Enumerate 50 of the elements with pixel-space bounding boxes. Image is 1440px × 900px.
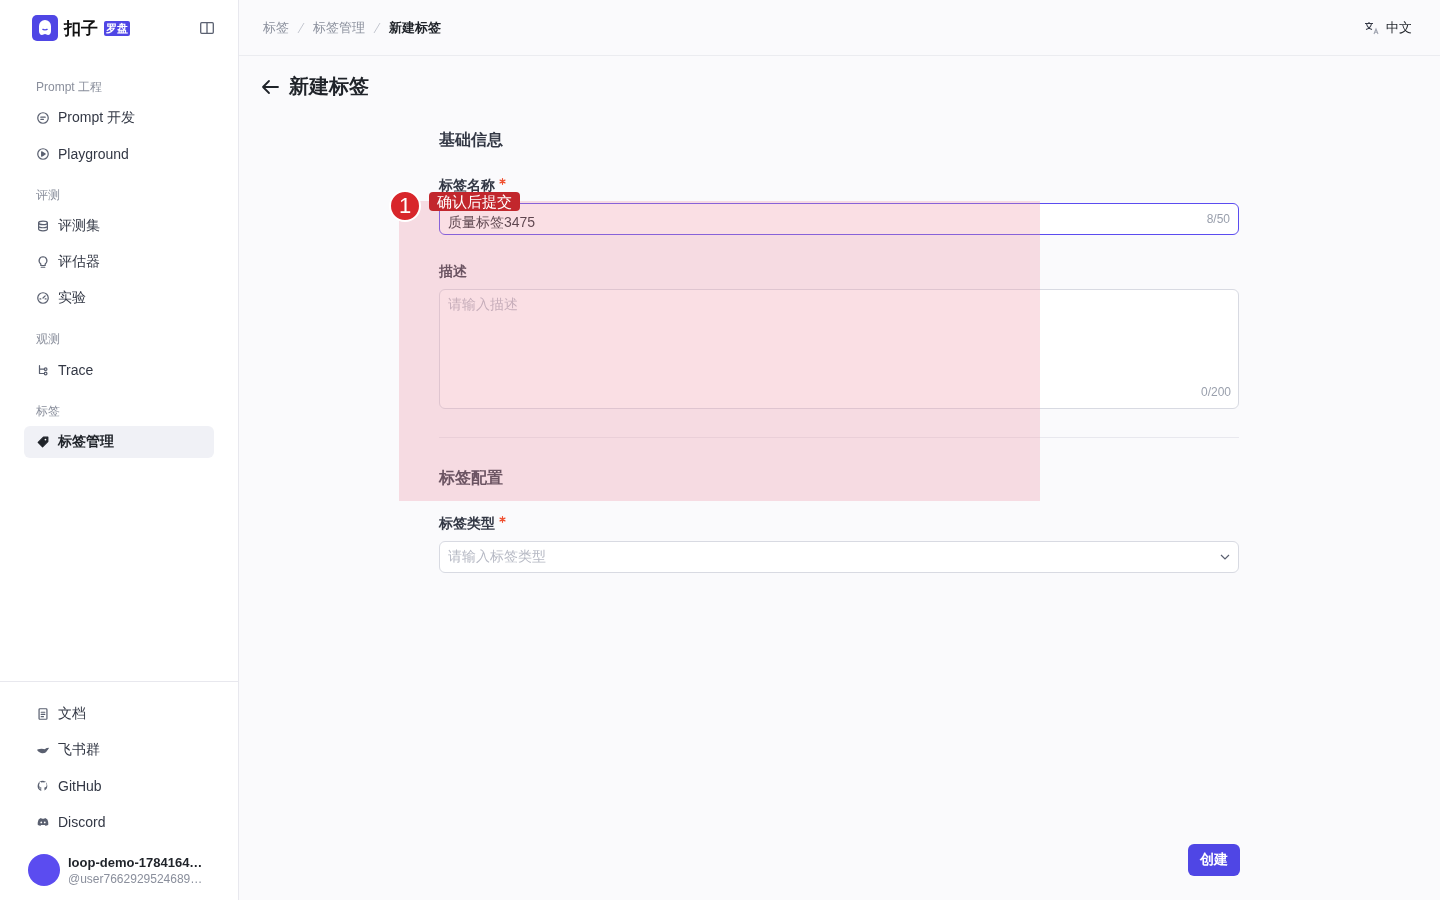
- chat-icon: [36, 111, 50, 125]
- github-icon: [36, 779, 50, 793]
- create-button[interactable]: 创建: [1188, 844, 1240, 876]
- breadcrumb-separator-icon: [297, 21, 305, 34]
- nav-item[interactable]: 评测集: [24, 210, 214, 242]
- lightbulb-icon: [36, 255, 50, 269]
- logo-icon: [32, 15, 58, 41]
- section-title: 标签配置: [439, 468, 504, 488]
- character-counter: 0/200: [1200, 385, 1231, 399]
- nav-group-label: 评测: [35, 187, 61, 204]
- gauge-icon: [36, 291, 50, 305]
- nav-item[interactable]: 标签管理: [24, 426, 214, 458]
- breadcrumb-link[interactable]: 新建标签: [389, 18, 441, 37]
- nav-item[interactable]: Trace: [24, 354, 214, 386]
- nav-item[interactable]: 飞书群: [24, 734, 214, 766]
- nav-group-label: 标签: [35, 403, 61, 420]
- nav-item[interactable]: 文档: [24, 698, 214, 730]
- annotation-number: 1: [389, 190, 421, 222]
- logo-badge: 罗盘: [104, 20, 130, 36]
- field-label: 描述: [439, 263, 467, 281]
- field-label: 标签名称: [439, 177, 495, 194]
- language-label[interactable]: 中文: [1386, 18, 1412, 37]
- nav-item[interactable]: 实验: [24, 282, 214, 314]
- database-icon: [36, 219, 50, 233]
- field-label: 标签类型: [439, 515, 495, 533]
- document-icon: [36, 707, 50, 721]
- user-handle: @user7662929524689…: [68, 871, 203, 886]
- breadcrumb-separator-icon: [373, 21, 381, 34]
- discord-icon: [36, 815, 50, 829]
- play-icon: [36, 147, 50, 161]
- nav-item[interactable]: Playground: [24, 138, 214, 170]
- character-counter: 8/50: [1206, 212, 1230, 226]
- nav-group-label: 观测: [35, 331, 61, 348]
- section-title: 基础信息: [439, 130, 504, 150]
- nav-item[interactable]: GitHub: [24, 770, 214, 802]
- nav-item[interactable]: Prompt 开发: [24, 102, 214, 134]
- translate-icon[interactable]: [1364, 20, 1380, 35]
- logo-text: 扣子: [64, 17, 98, 40]
- annotation-label: 确认后提交: [429, 192, 520, 211]
- user-avatar[interactable]: [28, 854, 60, 886]
- sidebar-toggle-icon[interactable]: [200, 22, 214, 34]
- page-title: 新建标签: [289, 74, 369, 99]
- user-name: loop-demo-1784164…: [68, 854, 203, 870]
- nav-group-label: Prompt 工程: [35, 79, 103, 96]
- back-arrow-icon[interactable]: [261, 78, 279, 95]
- tag-icon: [36, 435, 50, 449]
- nav-item[interactable]: Discord: [24, 806, 214, 838]
- nav-item[interactable]: 评估器: [24, 246, 214, 278]
- branch-icon: [36, 363, 50, 377]
- chevron-down-icon: [1220, 554, 1230, 560]
